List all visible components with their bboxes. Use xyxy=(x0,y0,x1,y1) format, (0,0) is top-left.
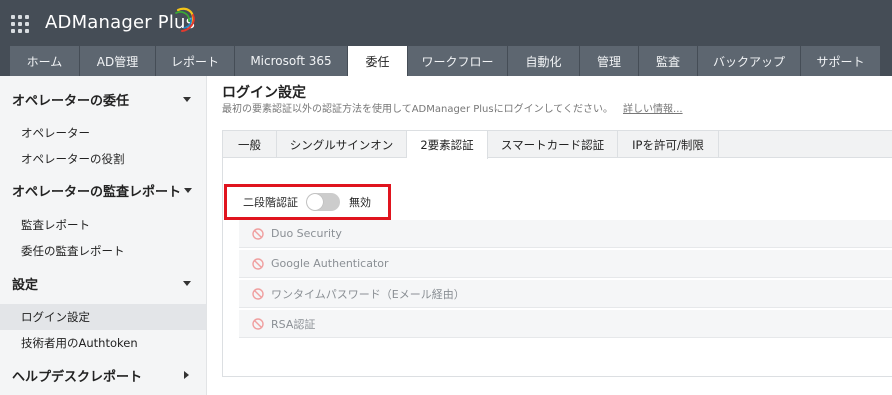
caret-down-icon xyxy=(183,97,191,102)
tab-reports[interactable]: レポート xyxy=(156,46,235,76)
sidebar: オペレーターの委任 オペレーター オペレーターの役割 オペレーターの監査レポート… xyxy=(0,76,207,395)
more-info-link[interactable]: 詳しい情報... xyxy=(623,104,683,115)
sidebar-section-label: オペレーターの委任 xyxy=(12,93,130,109)
two-factor-toggle[interactable] xyxy=(306,193,340,211)
grid-icon[interactable] xyxy=(11,15,30,34)
sidebar-section-operator-audit[interactable]: オペレーターの監査レポート xyxy=(0,177,207,203)
sidebar-section-label: 設定 xyxy=(12,277,39,293)
block-icon xyxy=(252,318,264,330)
subtab-smartcard-auth[interactable]: スマートカード認証 xyxy=(488,131,618,158)
tab-delegation[interactable]: 委任 xyxy=(348,46,408,76)
block-icon xyxy=(252,288,264,300)
settings-panel: 一般 シングルサインオン 2要素認証 スマートカード認証 IPを許可/制限 二段… xyxy=(222,130,892,377)
option-label: Google Authenticator xyxy=(271,257,389,270)
subtab-two-factor-auth[interactable]: 2要素認証 xyxy=(407,131,488,159)
option-google-authenticator[interactable]: Google Authenticator xyxy=(239,250,892,278)
main-nav: ホーム AD管理 レポート Microsoft 365 委任 ワークフロー 自動… xyxy=(0,46,892,76)
two-factor-label: 二段階認証 xyxy=(243,196,298,209)
subtab-ip-restriction[interactable]: IPを許可/制限 xyxy=(618,131,719,158)
description-text: 最初の要素認証以外の認証方法を使用してADManager Plusにログインして… xyxy=(222,104,614,115)
sidebar-item-audit-reports[interactable]: 監査レポート xyxy=(0,212,206,238)
block-icon xyxy=(252,258,264,270)
sidebar-section-settings[interactable]: 設定 xyxy=(0,270,207,296)
tab-admin[interactable]: 管理 xyxy=(580,46,639,76)
sidebar-item-login-settings[interactable]: ログイン設定 xyxy=(0,304,206,330)
sidebar-item-operator-roles[interactable]: オペレーターの役割 xyxy=(0,146,206,172)
option-rsa-auth[interactable]: RSA認証 xyxy=(239,310,892,338)
toggle-knob xyxy=(307,194,323,210)
page-description: 最初の要素認証以外の認証方法を使用してADManager Plusにログインして… xyxy=(222,100,683,115)
sidebar-item-operators[interactable]: オペレーター xyxy=(0,120,206,146)
caret-down-icon xyxy=(184,188,192,193)
sidebar-section-label: オペレーターの監査レポート xyxy=(12,184,182,200)
tab-audit[interactable]: 監査 xyxy=(639,46,698,76)
settings-subtabs: 一般 シングルサインオン 2要素認証 スマートカード認証 IPを許可/制限 xyxy=(223,131,892,159)
tab-home[interactable]: ホーム xyxy=(10,46,80,76)
logo-swoosh-icon xyxy=(175,7,195,32)
subtab-single-sign-on[interactable]: シングルサインオン xyxy=(277,131,407,158)
option-label: ワンタイムパスワード（Eメール経由） xyxy=(271,287,465,301)
tab-ad-management[interactable]: AD管理 xyxy=(80,46,156,76)
option-label: RSA認証 xyxy=(271,317,316,331)
tab-backup[interactable]: バックアップ xyxy=(698,46,801,76)
option-email-otp[interactable]: ワンタイムパスワード（Eメール経由） xyxy=(239,280,892,308)
tab-support[interactable]: サポート xyxy=(801,46,881,76)
tab-workflow[interactable]: ワークフロー xyxy=(408,46,508,76)
sidebar-item-delegation-audit-reports[interactable]: 委任の監査レポート xyxy=(0,238,206,264)
caret-down-icon xyxy=(183,281,191,286)
page-title: ログイン設定 xyxy=(222,85,306,101)
top-header: ADManager Plus xyxy=(0,0,892,46)
sidebar-section-operator-delegation[interactable]: オペレーターの委任 xyxy=(0,86,207,112)
sidebar-section-label: ヘルプデスクレポート xyxy=(12,369,143,385)
subtab-general[interactable]: 一般 xyxy=(223,131,277,158)
block-icon xyxy=(252,228,264,240)
tab-automation[interactable]: 自動化 xyxy=(508,46,580,76)
caret-right-icon xyxy=(184,371,189,379)
sidebar-item-technician-authtoken[interactable]: 技術者用のAuthtoken xyxy=(0,330,206,356)
tab-microsoft-365[interactable]: Microsoft 365 xyxy=(235,46,348,76)
sidebar-section-helpdesk-reports[interactable]: ヘルプデスクレポート xyxy=(0,362,207,388)
option-duo-security[interactable]: Duo Security xyxy=(239,220,892,248)
two-factor-toggle-group: 二段階認証 無効 xyxy=(224,184,391,220)
two-factor-status: 無効 xyxy=(349,196,371,209)
option-label: Duo Security xyxy=(271,227,342,240)
